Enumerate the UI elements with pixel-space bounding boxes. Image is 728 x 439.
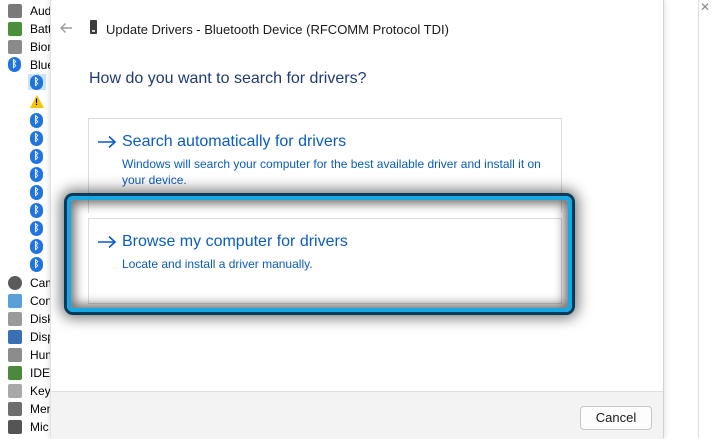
dialog-titlebar: Update Drivers - Bluetooth Device (RFCOM… [51,14,663,44]
bluetooth-icon[interactable]: ᛒ [30,221,43,236]
bluetooth-icon[interactable]: ᛒ [30,113,43,128]
bluetooth-icon[interactable]: ᛒ [30,239,43,254]
disk-icon [8,312,22,326]
option-description: Windows will search your computer for th… [122,157,541,187]
camera-icon [8,276,22,290]
display-icon [8,330,22,344]
back-arrow-icon[interactable] [58,20,74,36]
bluetooth-icon[interactable]: ᛒ [30,257,43,272]
computer-icon [8,294,22,308]
highlight-annotation [67,196,572,312]
arrow-right-icon [98,135,117,149]
dialog-title: Update Drivers - Bluetooth Device (RFCOM… [106,22,449,37]
option-title: Search automatically for drivers [122,133,347,150]
memory-icon [8,402,22,416]
device-icon [90,20,97,34]
ide-icon [8,366,22,380]
cancel-button[interactable]: Cancel [580,406,652,430]
warning-mark-icon: ! [35,97,38,107]
battery-icon [8,22,22,36]
bluetooth-icon[interactable]: ᛒ [30,203,43,218]
bluetooth-icon[interactable]: ᛒ [30,131,43,146]
background-divider [698,0,699,438]
page-heading: How do you want to search for drivers? [89,70,367,87]
hid-icon [8,348,22,362]
biometric-icon [8,40,22,54]
close-icon[interactable]: ✕ [700,0,710,14]
bluetooth-icon[interactable]: ᛒ [30,185,43,200]
bluetooth-icon[interactable]: ᛒ [30,167,43,182]
bluetooth-icon: ᛒ [8,57,21,72]
keyboard-icon [8,384,22,398]
microphone-icon [8,420,22,434]
bluetooth-icon[interactable]: ᛒ [30,149,43,164]
background-window-right [662,0,728,438]
audio-icon [8,4,22,18]
bluetooth-icon[interactable]: ᛒ [30,75,43,90]
dialog-footer: Cancel [51,391,663,439]
